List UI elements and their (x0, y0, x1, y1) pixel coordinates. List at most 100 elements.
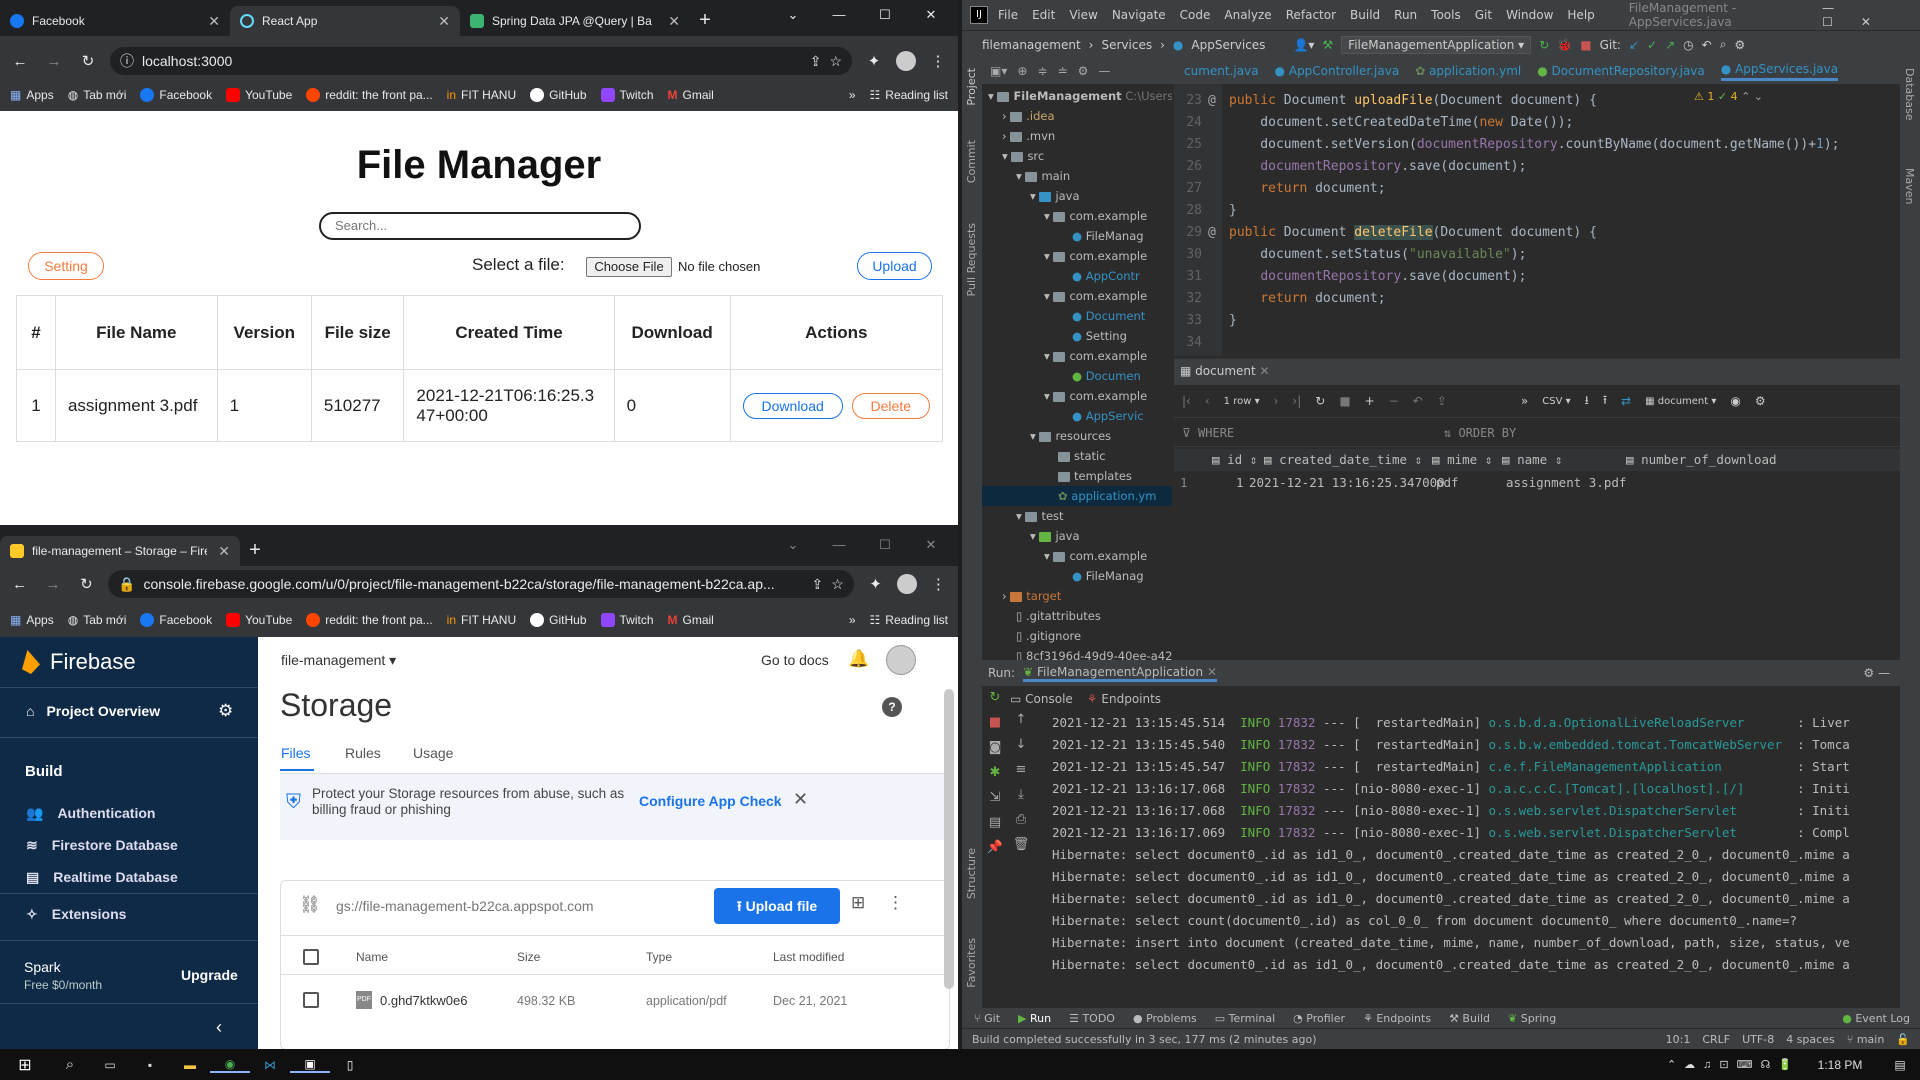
tool-terminal[interactable]: ▭ Terminal (1215, 1012, 1275, 1025)
reload-icon[interactable]: ↻ (75, 575, 98, 593)
bookmark-reddit[interactable]: reddit: the front pa... (306, 612, 433, 627)
db-col-mime[interactable]: ▤ mime ⇕ (1432, 452, 1492, 467)
nav-realtime-database[interactable]: ▤ Realtime Database (26, 869, 178, 886)
project-view-icon[interactable]: ▣▾ (990, 64, 1007, 78)
db-col-number-of-download[interactable]: ▤ number_of_download (1626, 452, 1777, 467)
tree-mvn[interactable]: › .mvn (982, 126, 1172, 146)
bookmark-gmail[interactable]: M Gmail (668, 88, 714, 102)
notepad-icon[interactable]: ▯ (330, 1058, 370, 1072)
tool-run[interactable]: ▶ Run (1018, 1012, 1051, 1025)
upload-button[interactable]: Upload (857, 252, 932, 280)
chrome-icon[interactable]: ◉ (210, 1057, 250, 1073)
address-bar[interactable]: ⓘ localhost:3000 ⇪ ☆ (110, 47, 852, 75)
gear-icon[interactable]: ⚙ (1078, 64, 1089, 78)
tool-structure[interactable]: Structure (965, 848, 978, 899)
intellij-icon[interactable]: ▣ (290, 1057, 330, 1073)
tree-file[interactable]: ● FileManag (982, 226, 1172, 246)
bookmark-facebook[interactable]: Facebook (140, 88, 212, 102)
print-icon[interactable]: ⎙ (1016, 812, 1026, 827)
table-selector[interactable]: ▦ document ▾ (1645, 396, 1716, 407)
menu-run[interactable]: Run (1394, 8, 1417, 22)
git-commit-icon[interactable]: ✓ (1647, 38, 1657, 52)
scroll-down-icon[interactable]: ↓ (1016, 737, 1027, 752)
download-button[interactable]: Download (742, 392, 843, 419)
menu-icon[interactable]: ⋮ (926, 52, 950, 70)
git-update-icon[interactable]: ↙ (1629, 38, 1639, 52)
maximize-button[interactable]: ☐ (862, 530, 908, 560)
more-icon[interactable]: » (1521, 394, 1528, 408)
close-icon[interactable]: ✕ (218, 543, 230, 560)
gear-icon[interactable]: ⚙ (1755, 394, 1766, 408)
minimize-button[interactable]: — (816, 0, 862, 30)
tree-file[interactable]: ● Setting (982, 326, 1172, 346)
share-icon[interactable]: ⇪ (812, 576, 824, 593)
vscode-icon[interactable]: ⋈ (250, 1058, 290, 1072)
notifications-icon[interactable]: ▤ (1880, 1058, 1920, 1072)
new-tab-button[interactable]: + (690, 6, 720, 36)
bookmark-fit-hanu[interactable]: in FIT HANU (447, 88, 516, 102)
tree-package[interactable]: ▾ com.example (982, 286, 1172, 306)
close-icon[interactable]: ✕ (793, 789, 808, 810)
close-window-button[interactable]: ✕ (908, 0, 954, 30)
view-icon[interactable]: ◉ (1730, 394, 1740, 408)
close-window-button[interactable]: ✕ (908, 530, 954, 560)
tree-main[interactable]: ▾ main (982, 166, 1172, 186)
tree-package[interactable]: ▾ com.example (982, 546, 1172, 566)
hide-icon[interactable]: — (1098, 64, 1110, 78)
exit-icon[interactable]: ⇲ (990, 790, 1001, 805)
rerun-icon[interactable]: ↻ (990, 690, 1001, 705)
upgrade-button[interactable]: Upgrade (181, 967, 238, 983)
setting-button[interactable]: Setting (28, 252, 104, 280)
line-separator[interactable]: CRLF (1702, 1033, 1730, 1046)
file-row[interactable]: PDF 0.ghd7ktkw0e6 498.32 KB application/… (281, 975, 949, 1025)
window-controls-ide[interactable]: —☐✕ (1822, 1, 1920, 29)
tab-search-icon[interactable]: ⌄ (770, 0, 816, 30)
profile-avatar[interactable] (897, 574, 917, 594)
remove-row-icon[interactable]: − (1389, 394, 1399, 408)
tree-test[interactable]: ▾ test (982, 506, 1172, 526)
db-col-created-date-time[interactable]: ▤ created_date_time ⇕ (1264, 452, 1422, 467)
git-branch[interactable]: ⑂ main (1847, 1033, 1885, 1046)
stop-icon[interactable]: ■ (1580, 38, 1591, 52)
tree-package[interactable]: ▾ com.example (982, 386, 1172, 406)
reading-list[interactable]: ☷ Reading list (870, 613, 948, 627)
reading-list[interactable]: ☷ Reading list (870, 88, 948, 102)
first-page-icon[interactable]: |‹ (1182, 394, 1191, 408)
bookmark-apps[interactable]: ▦ Apps (10, 88, 54, 102)
tab-usage[interactable]: Usage (413, 745, 453, 761)
bookmark-twitch[interactable]: Twitch (600, 88, 654, 102)
pin-icon[interactable]: 📌 (987, 840, 1003, 855)
menu-git[interactable]: Git (1475, 8, 1492, 22)
bookmark-youtube[interactable]: YouTube (226, 88, 292, 102)
menu-view[interactable]: View (1069, 8, 1097, 22)
back-icon[interactable]: ← (8, 53, 32, 70)
tree-root[interactable]: ▾ FileManagement C:\Users (982, 86, 1172, 106)
tab-facebook[interactable]: Facebook ✕ (0, 6, 230, 36)
minimize-button[interactable]: — (816, 530, 862, 560)
search-icon[interactable]: ⌕ (50, 1056, 90, 1073)
nav-authentication[interactable]: 👥 Authentication (26, 805, 155, 822)
editor-tab[interactable]: ● AppController.java (1275, 64, 1400, 78)
expand-all-icon[interactable]: ≑ (1037, 64, 1047, 78)
tab-rules[interactable]: Rules (345, 745, 381, 761)
upload-icon[interactable]: ⭱ (1603, 391, 1607, 412)
row-checkbox[interactable] (303, 992, 319, 1008)
menu-navigate[interactable]: Navigate (1112, 8, 1166, 22)
new-tab-button[interactable]: + (240, 536, 270, 566)
tree-templates[interactable]: templates (982, 466, 1172, 486)
layout-icon[interactable]: ▤ (989, 815, 1001, 830)
order-by-filter[interactable]: ⇅ ORDER BY (1444, 426, 1516, 440)
file-name[interactable]: 0.ghd7ktkw0e6 (380, 993, 467, 1008)
menu-analyze[interactable]: Analyze (1224, 8, 1271, 22)
debug-icon[interactable]: ✱ (990, 765, 1001, 780)
bookmark-apps[interactable]: ▦ Apps (10, 613, 54, 627)
configure-app-check-link[interactable]: Configure App Check (639, 793, 782, 809)
breadcrumb-appservices[interactable]: AppServices (1191, 38, 1265, 52)
forward-icon[interactable]: → (41, 576, 64, 593)
new-folder-icon[interactable]: ⊞ (851, 893, 865, 913)
share-icon[interactable]: ⇪ (810, 53, 822, 70)
db-col-name[interactable]: ▤ name ⇕ (1502, 452, 1562, 467)
maximize-button[interactable]: ☐ (862, 0, 908, 30)
next-page-icon[interactable]: › (1274, 394, 1279, 408)
tool-profiler[interactable]: ◔ Profiler (1293, 1012, 1345, 1025)
